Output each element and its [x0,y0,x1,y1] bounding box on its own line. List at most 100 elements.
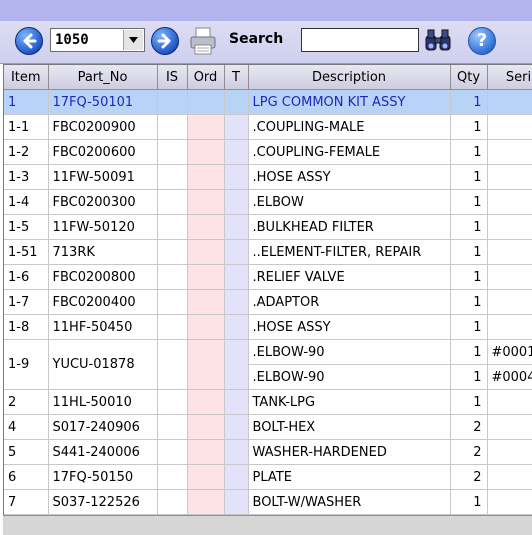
forward-arrow-icon [157,33,171,49]
grid-footer-bar [3,515,532,535]
column-header-qty[interactable]: Qty [450,65,488,90]
table-header-row: Item Part_No IS Ord T Description Qty Se… [4,65,532,90]
cell-ord[interactable] [187,264,225,290]
cell-ord[interactable] [187,314,225,340]
cell-serial [487,139,532,165]
cell-part-no: S017-240906 [48,414,158,440]
cell-qty: 1 [450,164,488,190]
cell-serial [487,214,532,240]
cell-t [224,264,249,290]
cell-item: 1-6 [4,264,49,290]
window-top-band [0,0,532,21]
cell-ord[interactable] [187,189,225,215]
back-button[interactable] [15,27,43,55]
column-header-description[interactable]: Description [248,65,451,90]
table-row[interactable]: 1-2 FBC0200600 .COUPLING-FEMALE 1 [4,139,532,165]
find-button[interactable] [424,27,452,57]
table-row[interactable]: 1-4 FBC0200300 .ELBOW 1 [4,189,532,215]
cell-ord[interactable] [187,214,225,240]
table-row[interactable]: 1-8 11HF-50450 .HOSE ASSY 1 [4,314,532,340]
cell-description: .ELBOW [248,189,451,215]
table-row[interactable]: 5 S441-240006 WASHER-HARDENED 2 [4,439,532,465]
cell-qty: 1 [450,289,488,315]
table-row[interactable]: 4 S017-240906 BOLT-HEX 2 [4,414,532,440]
printer-icon [190,27,216,55]
cell-qty: 1 [450,214,488,240]
cell-part-no: FBC0200300 [48,189,158,215]
cell-description: .COUPLING-MALE [248,114,451,140]
cell-part-no: 713RK [48,239,158,265]
cell-qty: 2 [450,439,488,465]
cell-ord[interactable] [187,439,225,465]
chevron-down-icon[interactable] [123,30,143,50]
cell-ord[interactable] [187,389,225,415]
cell-description: BOLT-HEX [248,414,451,440]
table-row[interactable]: 1 17FQ-50101 LPG COMMON KIT ASSY 1 [4,89,532,115]
table-row[interactable]: 1-7 FBC0200400 .ADAPTOR 1 [4,289,532,315]
table-row[interactable]: 1-3 11FW-50091 .HOSE ASSY 1 [4,164,532,190]
cell-qty: 1 [450,114,488,140]
back-arrow-icon [23,33,37,49]
table-row[interactable]: 6 17FQ-50150 PLATE 2 [4,464,532,490]
help-button[interactable]: ? [468,27,496,55]
cell-is [157,289,188,315]
cell-ord[interactable] [187,139,225,165]
cell-serial [487,464,532,490]
column-header-serial[interactable]: Seri [487,65,532,90]
table-row[interactable]: 1-1 FBC0200900 .COUPLING-MALE 1 [4,114,532,140]
table-row[interactable]: 2 11HL-50010 TANK-LPG 1 [4,389,532,415]
record-select[interactable]: 1050 [50,28,145,52]
cell-item: 1-5 [4,214,49,240]
cell-t [224,339,249,390]
cell-part-no: FBC0200800 [48,264,158,290]
table-row[interactable]: 7 S037-122526 BOLT-W/WASHER 1 [4,489,532,515]
cell-t [224,414,249,440]
cell-ord[interactable] [187,164,225,190]
cell-t [224,139,249,165]
cell-serial: #0004 [487,364,532,390]
cell-serial [487,264,532,290]
cell-ord[interactable] [187,339,225,390]
cell-part-no: FBC0200400 [48,289,158,315]
cell-ord[interactable] [187,89,225,115]
search-input[interactable] [301,28,419,52]
cell-is [157,339,188,390]
cell-qty: 1 [450,239,488,265]
cell-ord[interactable] [187,464,225,490]
cell-is [157,414,188,440]
cell-part-no: 17FQ-50150 [48,464,158,490]
cell-t [224,389,249,415]
table-row[interactable]: 1-6 FBC0200800 .RELIEF VALVE 1 [4,264,532,290]
cell-ord[interactable] [187,289,225,315]
column-header-part-no[interactable]: Part_No [48,65,158,90]
cell-item: 1-2 [4,139,49,165]
cell-description: BOLT-W/WASHER [248,489,451,515]
cell-t [224,239,249,265]
cell-ord[interactable] [187,414,225,440]
cell-description: .RELIEF VALVE [248,264,451,290]
cell-t [224,189,249,215]
cell-part-no: FBC0200900 [48,114,158,140]
cell-ord[interactable] [187,239,225,265]
table-row[interactable]: 1-9 YUCU-01878 .ELBOW-90 1 #0001 [4,339,532,390]
cell-is [157,239,188,265]
cell-part-no: 11HL-50010 [48,389,158,415]
cell-ord[interactable] [187,114,225,140]
cell-part-no: S441-240006 [48,439,158,465]
cell-description: .ELBOW-90 [248,339,451,365]
print-button[interactable] [188,26,218,60]
table-row[interactable]: 1-5 11FW-50120 .BULKHEAD FILTER 1 [4,214,532,240]
table-row[interactable]: 1-51 713RK ..ELEMENT-FILTER, REPAIR 1 [4,239,532,265]
column-header-ord[interactable]: Ord [187,65,225,90]
cell-item: 5 [4,439,49,465]
record-select-value: 1050 [55,32,89,48]
forward-button[interactable] [151,27,179,55]
cell-description: .HOSE ASSY [248,314,451,340]
cell-description: PLATE [248,464,451,490]
cell-t [224,489,249,515]
column-header-is[interactable]: IS [157,65,188,90]
column-header-t[interactable]: T [224,65,249,90]
column-header-item[interactable]: Item [4,65,49,90]
cell-ord[interactable] [187,489,225,515]
cell-item: 7 [4,489,49,515]
